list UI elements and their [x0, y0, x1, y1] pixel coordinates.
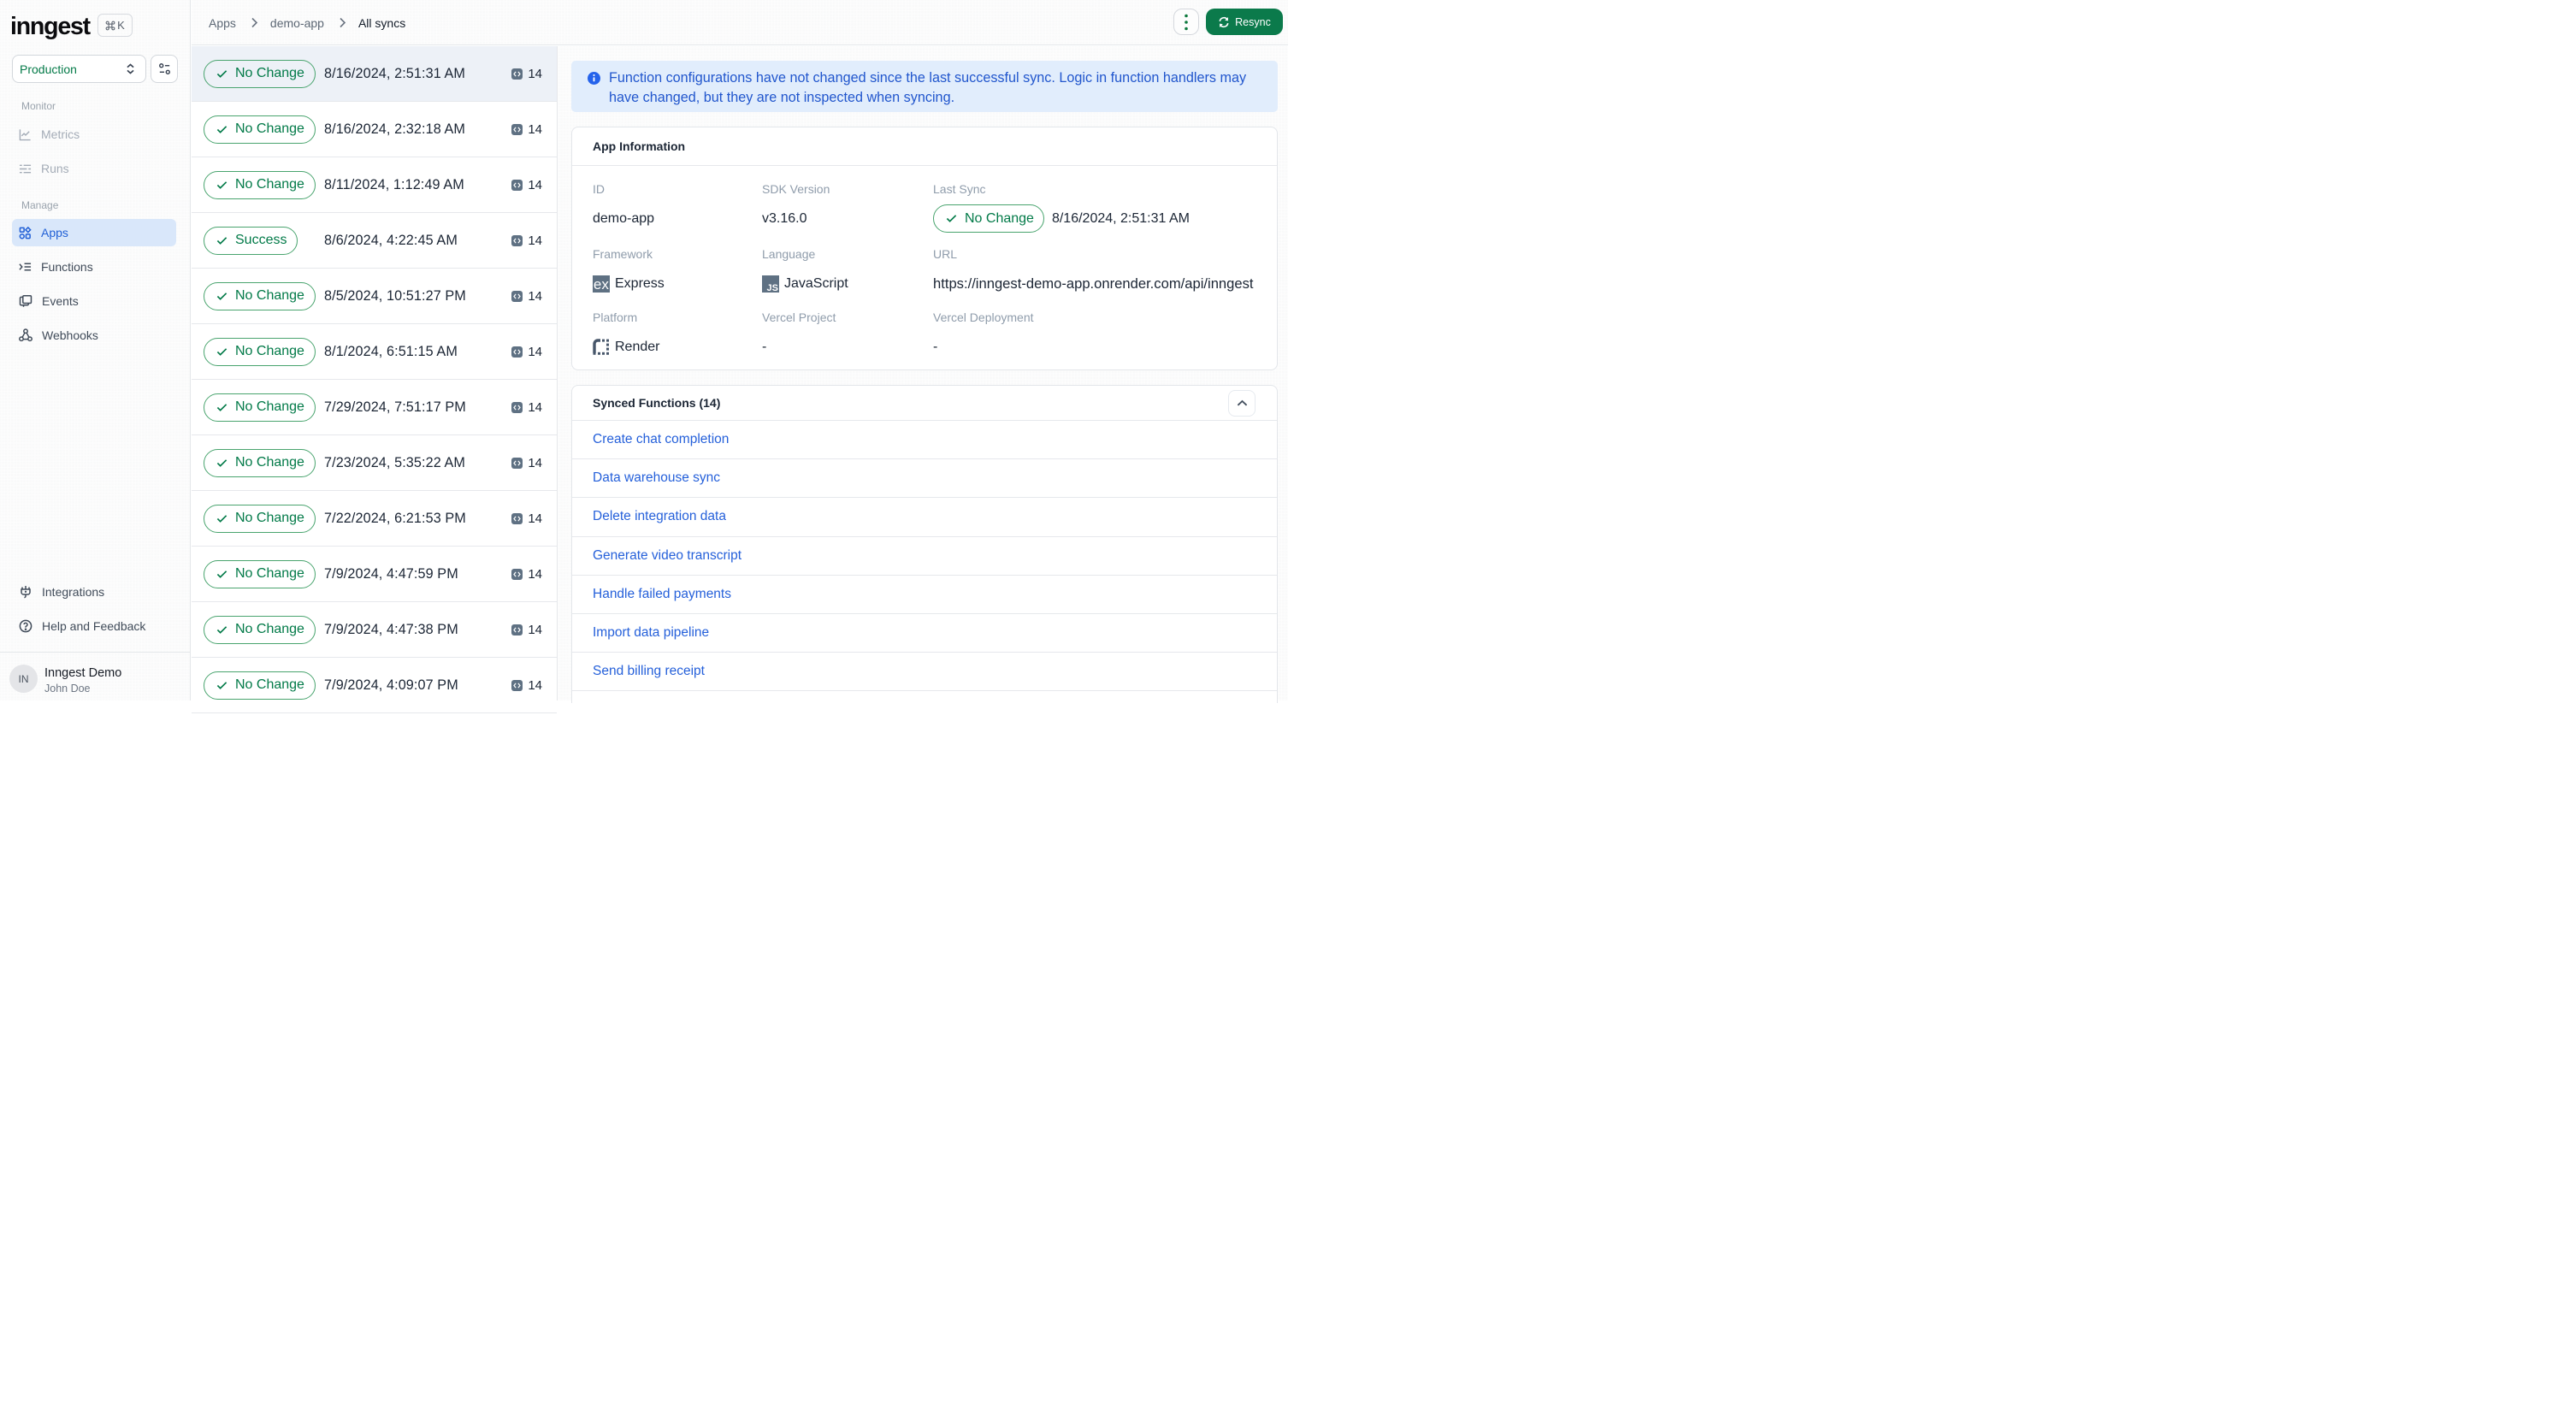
svg-text:JS: JS	[767, 283, 778, 293]
svg-text:ex: ex	[594, 276, 609, 293]
